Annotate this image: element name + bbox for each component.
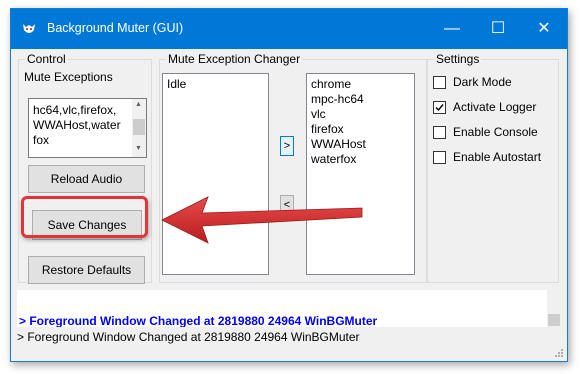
- mute-exceptions-textbox[interactable]: hc64,vlc,firefox, WWAHost,water fox ▲ ▼: [28, 98, 147, 158]
- scrollbar-thumb[interactable]: [548, 314, 560, 326]
- list-item[interactable]: chrome: [307, 77, 414, 92]
- annotation-arrow-icon: [161, 196, 363, 244]
- minimize-icon: —: [444, 20, 460, 37]
- app-window: Background Muter (GUI) — ☐ ✕ Control Mut…: [10, 8, 568, 362]
- mute-exceptions-scrollbar[interactable]: ▲ ▼: [132, 99, 146, 157]
- enable-console-label: Enable Console: [453, 125, 538, 139]
- restore-defaults-button[interactable]: Restore Defaults: [28, 256, 145, 284]
- list-item[interactable]: WWAHost: [307, 137, 414, 152]
- enable-autostart-checkbox[interactable]: Enable Autostart: [433, 150, 541, 164]
- activate-logger-checkbox[interactable]: Activate Logger: [433, 100, 536, 114]
- settings-group-label: Settings: [434, 52, 482, 66]
- mute-exceptions-line: WWAHost,water: [33, 118, 121, 132]
- reload-audio-button[interactable]: Reload Audio: [28, 165, 145, 193]
- move-right-button[interactable]: >: [280, 136, 294, 156]
- mute-exceptions-line: hc64,vlc,firefox,: [33, 103, 117, 117]
- control-group: Control Mute Exceptions hc64,vlc,firefox…: [18, 52, 152, 284]
- checkbox-icon: [433, 125, 446, 139]
- status-bar: > Foreground Window Changed at 2819880 2…: [11, 327, 567, 361]
- title-bar[interactable]: Background Muter (GUI) — ☐ ✕: [11, 9, 567, 49]
- log-line: > Foreground Window Changed at 2819880 2…: [19, 314, 378, 327]
- reload-audio-label: Reload Audio: [50, 172, 123, 186]
- log-scrollbar[interactable]: [547, 290, 561, 327]
- scroll-up-icon[interactable]: ▲: [135, 101, 142, 108]
- enable-autostart-label: Enable Autostart: [453, 150, 542, 164]
- settings-group: Settings Dark Mode Activate Logger Enabl…: [427, 52, 559, 283]
- list-item[interactable]: vlc: [307, 107, 414, 122]
- list-item[interactable]: mpc-hc64: [307, 92, 414, 107]
- scroll-down-icon[interactable]: ▼: [135, 145, 142, 152]
- enable-console-checkbox[interactable]: Enable Console: [433, 125, 538, 139]
- highlight-box: [21, 196, 148, 238]
- list-item[interactable]: waterfox: [307, 152, 414, 167]
- app-logo-icon: [23, 24, 35, 33]
- list-item[interactable]: firefox: [307, 122, 414, 137]
- restore-defaults-label: Restore Defaults: [41, 263, 132, 277]
- mute-exceptions-line: fox: [33, 133, 50, 147]
- window-title: Background Muter (GUI): [47, 21, 184, 35]
- mute-exception-changer-group: Mute Exception Changer Idle > < chrome m…: [159, 52, 427, 283]
- dark-mode-checkbox[interactable]: Dark Mode: [433, 75, 512, 89]
- mute-exceptions-label: Mute Exceptions: [24, 70, 113, 84]
- maximize-button[interactable]: ☐: [475, 9, 521, 49]
- log-output[interactable]: > Foreground Window Changed at 2819880 2…: [17, 290, 547, 327]
- minimize-button[interactable]: —: [429, 9, 475, 49]
- move-right-label: >: [283, 140, 291, 152]
- dark-mode-label: Dark Mode: [453, 75, 512, 89]
- close-button[interactable]: ✕: [521, 9, 567, 49]
- activate-logger-label: Activate Logger: [453, 100, 537, 114]
- checkbox-icon: [433, 75, 446, 89]
- control-group-label: Control: [25, 52, 68, 66]
- scrollbar-thumb[interactable]: [133, 119, 145, 135]
- resize-grip-icon[interactable]: [554, 348, 564, 358]
- list-item[interactable]: Idle: [163, 77, 268, 92]
- maximize-icon: ☐: [490, 20, 506, 37]
- status-text: > Foreground Window Changed at 2819880 2…: [17, 330, 360, 344]
- close-icon: ✕: [537, 20, 551, 37]
- checkmark-icon: [433, 100, 446, 114]
- changer-group-label: Mute Exception Changer: [166, 52, 303, 66]
- checkbox-icon: [433, 150, 446, 164]
